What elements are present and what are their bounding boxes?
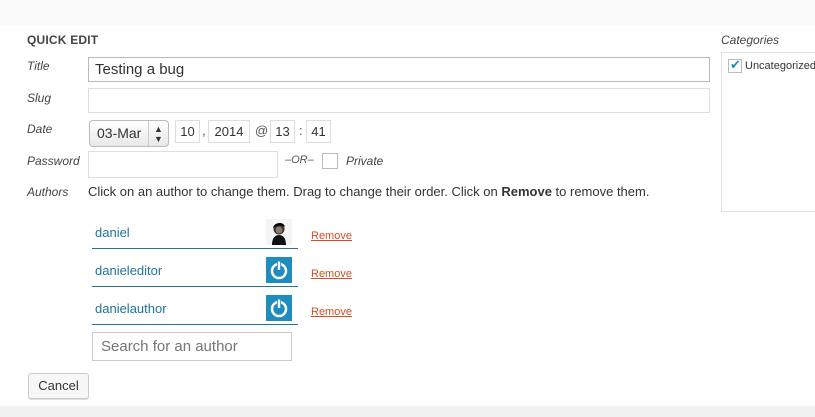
slug-input[interactable]: [88, 88, 710, 113]
author-row[interactable]: danieleditor: [92, 251, 298, 287]
author-search-input[interactable]: [92, 332, 292, 361]
author-name[interactable]: danielauthor: [95, 301, 167, 316]
category-label: Uncategorized: [745, 59, 815, 72]
category-item[interactable]: ✔ Uncategorized: [728, 57, 815, 73]
title-label: Title: [27, 59, 50, 73]
title-input[interactable]: [88, 57, 710, 82]
date-label: Date: [27, 122, 53, 136]
categories-box: ✔ Uncategorized: [721, 52, 815, 212]
authors-label: Authors: [27, 185, 69, 199]
checkmark-icon: ✔: [730, 57, 741, 72]
day-input[interactable]: 10: [175, 120, 200, 143]
minute-input[interactable]: 41: [306, 120, 331, 143]
author-row[interactable]: daniel: [92, 213, 298, 249]
power-icon-avatar: [266, 257, 292, 283]
help-text-bold: Remove: [501, 184, 552, 199]
help-text-after: to remove them.: [551, 184, 650, 199]
month-select[interactable]: 03-Mar ▲ ▼: [89, 120, 169, 147]
select-arrows-icon: ▲ ▼: [148, 121, 168, 146]
private-checkbox[interactable]: [322, 153, 338, 169]
category-checkbox[interactable]: ✔: [728, 57, 742, 73]
author-name[interactable]: danieleditor: [95, 263, 162, 278]
time-separator: :: [299, 123, 303, 138]
remove-link[interactable]: Remove: [311, 268, 352, 280]
day-separator: ,: [202, 123, 206, 138]
quick-edit-heading: QUICK EDIT: [27, 33, 99, 47]
photo-avatar: [266, 219, 292, 245]
month-value: 03-Mar: [97, 125, 142, 141]
private-label: Private: [346, 154, 384, 168]
remove-link[interactable]: Remove: [311, 306, 352, 318]
password-label: Password: [27, 154, 80, 168]
password-input[interactable]: [88, 151, 278, 178]
top-strip: [0, 0, 815, 27]
cancel-button[interactable]: Cancel: [28, 373, 89, 399]
bottom-strip: [0, 406, 815, 417]
author-name[interactable]: daniel: [95, 225, 130, 240]
or-text: –OR–: [285, 154, 314, 166]
year-input[interactable]: 2014: [208, 120, 250, 143]
authors-help-text: Click on an author to change them. Drag …: [88, 184, 649, 199]
remove-link[interactable]: Remove: [311, 230, 352, 242]
hour-input[interactable]: 13: [270, 120, 295, 143]
author-row[interactable]: danielauthor: [92, 289, 298, 325]
slug-label: Slug: [27, 91, 52, 105]
at-separator: @: [255, 123, 269, 138]
power-icon-avatar: [266, 295, 292, 321]
help-text-before: Click on an author to change them. Drag …: [88, 184, 502, 199]
categories-heading: Categories: [721, 33, 780, 47]
